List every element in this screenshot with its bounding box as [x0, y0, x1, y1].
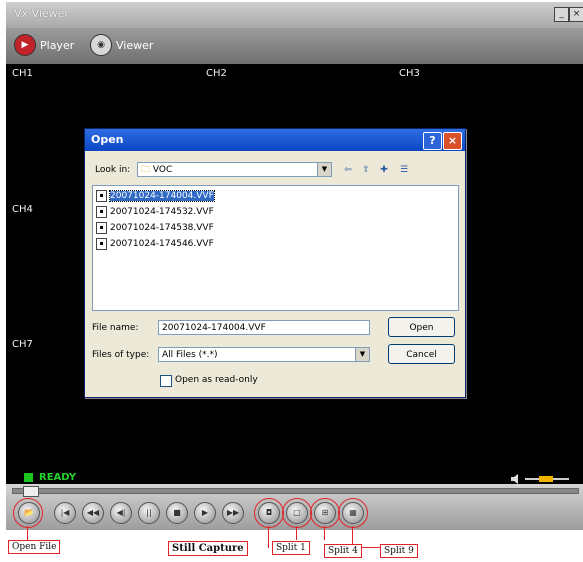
step-back-button[interactable]: ◀|: [110, 502, 132, 524]
file-name-value: 20071024-174004.VVF: [162, 323, 266, 333]
split-9-callout: Split 9: [380, 544, 418, 558]
file-icon: ▪: [96, 221, 107, 234]
player-mode-label: Player: [40, 38, 75, 52]
file-icon: ▪: [96, 205, 107, 218]
speaker-icon: [511, 474, 518, 484]
split-4-highlight: [310, 498, 340, 528]
callout-line: [296, 526, 297, 540]
still-capture-callout: Still Capture: [168, 541, 248, 556]
skip-start-button[interactable]: |◀: [54, 502, 76, 524]
channel-label-3: CH3: [399, 68, 420, 79]
window-title: Vx Viewer: [14, 7, 69, 20]
channel-label-4: CH4: [12, 204, 33, 215]
open-dialog: Open ? × Look in: 🗀 VOC ▼ ⇦ ⇧ ✚ ☰ ▪ 2007…: [84, 128, 466, 398]
file-item[interactable]: ▪ 20071024-174532.VVF: [96, 205, 214, 218]
dialog-close-button[interactable]: ×: [443, 132, 462, 150]
file-name-label: File name:: [92, 323, 139, 333]
callout-line: [324, 526, 325, 540]
seek-bar[interactable]: [12, 486, 579, 497]
file-item[interactable]: ▪ 20071024-174004.VVF: [96, 189, 215, 202]
channel-label-7: CH7: [12, 339, 33, 350]
status-text: READY: [39, 472, 77, 483]
file-icon: ▪: [96, 189, 107, 202]
play-button[interactable]: ▶: [194, 502, 216, 524]
mode-bar: ▶ Player ◉ Viewer: [6, 28, 583, 64]
chevron-down-icon[interactable]: ▼: [355, 348, 369, 361]
split-1-callout: Split 1: [272, 541, 310, 555]
help-button[interactable]: ?: [423, 132, 442, 150]
seek-thumb[interactable]: [23, 486, 39, 497]
camera-icon: ◉: [90, 34, 112, 56]
status-indicator: READY: [24, 472, 76, 483]
rewind-button[interactable]: ◀◀: [82, 502, 104, 524]
title-bar: Vx Viewer _ ×: [6, 2, 583, 28]
channel-label-2: CH2: [206, 68, 227, 79]
pause-button[interactable]: ||: [138, 502, 160, 524]
file-type-select[interactable]: All Files (*.*) ▼: [158, 347, 370, 362]
file-name-input[interactable]: 20071024-174004.VVF: [158, 320, 370, 335]
new-folder-icon[interactable]: ✚: [377, 164, 391, 176]
stop-button[interactable]: ■: [166, 502, 188, 524]
look-in-select[interactable]: 🗀 VOC ▼: [137, 162, 332, 177]
close-button[interactable]: ×: [569, 7, 583, 22]
file-item[interactable]: ▪ 20071024-174546.VVF: [96, 237, 214, 250]
split-4-callout: Split 4: [324, 544, 362, 558]
dialog-title: Open: [91, 133, 124, 146]
open-file-highlight: [13, 498, 43, 528]
file-icon: ▪: [96, 237, 107, 250]
file-list[interactable]: ▪ 20071024-174004.VVF ▪ 20071024-174532.…: [92, 185, 459, 311]
viewer-mode-button[interactable]: ◉ Viewer: [90, 34, 153, 56]
look-in-label: Look in:: [95, 165, 131, 175]
look-in-value: VOC: [152, 165, 173, 175]
player-mode-button[interactable]: ▶ Player: [14, 34, 74, 56]
callout-line: [27, 526, 28, 540]
split-1-highlight: [282, 498, 312, 528]
back-icon[interactable]: ⇦: [341, 164, 355, 176]
read-only-label: Open as read-only: [175, 375, 258, 385]
split-9-highlight: [338, 498, 368, 528]
view-menu-icon[interactable]: ☰: [397, 164, 411, 176]
open-button[interactable]: Open: [388, 317, 455, 337]
still-capture-highlight: [254, 498, 284, 528]
fast-forward-button[interactable]: ▶▶: [222, 502, 244, 524]
viewer-mode-label: Viewer: [116, 38, 154, 52]
file-type-value: All Files (*.*): [162, 350, 218, 360]
file-item[interactable]: ▪ 20071024-174538.VVF: [96, 221, 214, 234]
read-only-checkbox[interactable]: [160, 375, 172, 387]
open-file-callout: Open File: [8, 540, 61, 554]
channel-label-1: CH1: [12, 68, 33, 79]
volume-thumb: [539, 476, 553, 482]
callout-line: [268, 526, 269, 548]
play-icon: ▶: [14, 34, 36, 56]
status-led-icon: [24, 473, 33, 482]
chevron-down-icon[interactable]: ▼: [317, 163, 331, 176]
file-type-label: Files of type:: [92, 350, 150, 360]
dialog-title-bar: Open ? ×: [85, 129, 465, 151]
up-folder-icon[interactable]: ⇧: [359, 164, 373, 176]
cancel-button[interactable]: Cancel: [388, 344, 455, 364]
folder-icon: 🗀: [141, 165, 151, 175]
minimize-button[interactable]: _: [554, 7, 569, 22]
